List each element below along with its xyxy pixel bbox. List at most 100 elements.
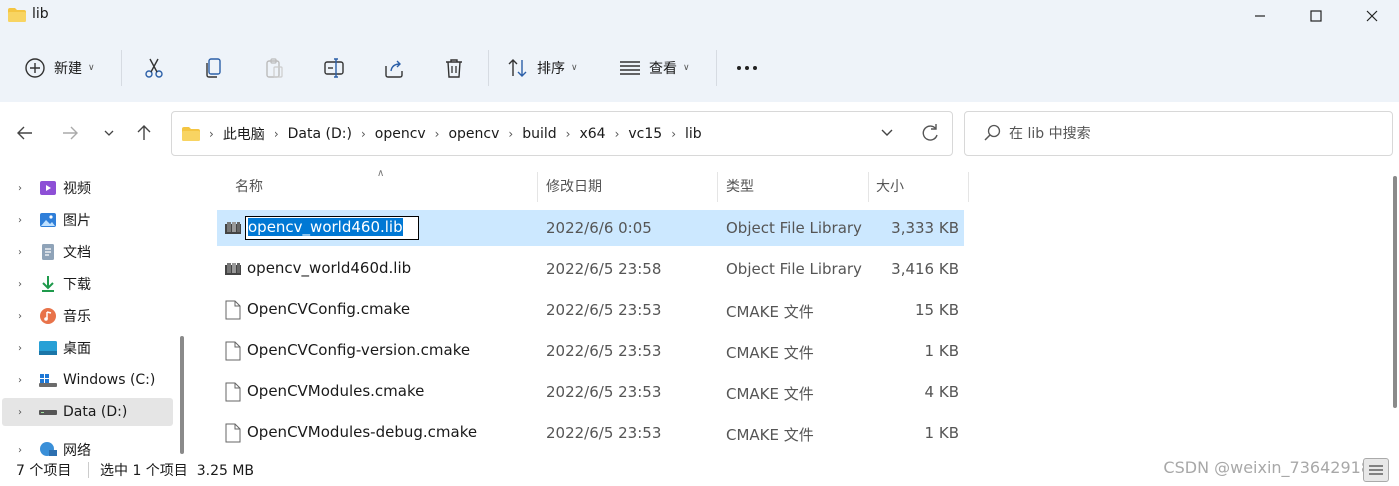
sort-button[interactable]: 排序 ∨ [507,48,578,88]
refresh-button[interactable] [920,123,940,147]
sidebar-item-data-d[interactable]: › Data (D:) [2,398,173,426]
column-header-type[interactable]: 类型 [726,168,754,204]
recent-locations-button[interactable] [98,122,120,144]
file-size: 3,416 KB [891,260,959,278]
file-list: ∧ 名称 修改日期 类型 大小 opencv_world460.lib 2022… [191,168,1399,456]
chevron-right-icon[interactable]: › [18,311,32,322]
file-name: OpenCVModules-debug.cmake [247,423,478,441]
column-header-name[interactable]: 名称 [235,168,263,204]
sidebar-item-documents[interactable]: › 文档 [2,238,173,266]
search-box[interactable] [964,111,1393,156]
chevron-right-icon[interactable]: › [361,127,366,141]
plus-circle-icon [25,58,45,78]
file-row[interactable]: OpenCVModules.cmake 2022/6/5 23:53 CMAKE… [217,374,964,410]
documents-icon [38,242,58,262]
cut-button[interactable] [143,48,165,88]
chevron-right-icon[interactable]: › [566,127,571,141]
chevron-right-icon[interactable]: › [18,407,32,418]
sidebar-item-desktop[interactable]: › 桌面 [2,334,173,362]
file-date: 2022/6/5 23:53 [546,424,662,442]
chevron-right-icon[interactable]: › [615,127,620,141]
rename-input[interactable]: opencv_world460.lib [245,216,419,240]
file-type: CMAKE 文件 [726,344,814,362]
sidebar-scrollbar[interactable] [180,336,184,454]
sidebar-item-downloads[interactable]: › 下载 [2,270,173,298]
back-button[interactable] [14,122,36,144]
column-header-size[interactable]: 大小 [876,168,904,204]
chevron-right-icon[interactable]: › [18,247,32,258]
paste-button[interactable] [263,48,285,88]
column-divider[interactable] [537,172,538,202]
delete-button[interactable] [443,48,465,88]
window-title: lib [32,6,49,22]
sort-label: 排序 [537,61,565,77]
chevron-right-icon[interactable]: › [274,127,279,141]
breadcrumb-item[interactable]: x64 [579,126,605,142]
clipboard-icon [266,58,283,78]
file-row[interactable]: opencv_world460.lib 2022/6/6 0:05 Object… [217,210,964,246]
sidebar-item-windows-c[interactable]: › Windows (C:) [2,366,173,394]
breadcrumb-item[interactable]: build [522,126,556,142]
folder-icon [182,126,200,141]
address-bar[interactable]: › 此电脑 › Data (D:) › opencv › opencv › bu… [171,111,953,156]
search-icon [984,124,1001,141]
chevron-right-icon[interactable]: › [18,445,32,456]
new-button[interactable]: 新建 ∨ [24,48,95,88]
network-icon [38,440,58,456]
file-list-scrollbar[interactable] [1393,176,1397,408]
sidebar-item-music[interactable]: › 音乐 [2,302,173,330]
close-icon [1366,10,1378,22]
chevron-right-icon[interactable]: › [18,279,32,290]
file-row[interactable]: opencv_world460d.lib 2022/6/5 23:58 Obje… [217,251,964,287]
minimize-button[interactable] [1232,0,1288,32]
file-date: 2022/6/5 23:53 [546,301,662,319]
more-button[interactable] [736,48,758,88]
column-divider[interactable] [868,172,869,202]
view-button[interactable]: 查看 ∨ [619,48,690,88]
sidebar-item-network[interactable]: › 网络 [2,436,173,456]
forward-button[interactable] [59,122,81,144]
close-button[interactable] [1344,0,1399,32]
rename-icon [324,58,344,78]
chevron-right-icon[interactable]: › [18,375,32,386]
address-history-button[interactable] [880,126,894,144]
sidebar-item-videos[interactable]: › 视频 [2,174,173,202]
copy-button[interactable] [203,48,225,88]
details-view-button[interactable] [1363,458,1389,482]
breadcrumb-item[interactable]: opencv [448,126,499,142]
breadcrumb-item[interactable]: Data (D:) [288,126,352,142]
file-row[interactable]: OpenCVConfig-version.cmake 2022/6/5 23:5… [217,333,964,369]
file-name: OpenCVConfig-version.cmake [247,341,471,359]
sidebar-item-label: 桌面 [63,341,91,357]
share-icon [385,60,403,78]
chevron-right-icon[interactable]: › [671,127,676,141]
share-button[interactable] [383,48,405,88]
file-type: CMAKE 文件 [726,426,814,444]
breadcrumb-item[interactable]: 此电脑 [223,124,265,144]
chevron-right-icon[interactable]: › [18,343,32,354]
column-divider[interactable] [968,172,969,202]
rename-button[interactable] [323,48,345,88]
chevron-right-icon[interactable]: › [435,127,440,141]
file-row[interactable]: OpenCVModules-debug.cmake 2022/6/5 23:53… [217,415,964,451]
sidebar-item-pictures[interactable]: › 图片 [2,206,173,234]
sidebar-item-label: 音乐 [63,309,91,325]
chevron-right-icon[interactable]: › [18,215,32,226]
column-header-date[interactable]: 修改日期 [546,168,602,204]
file-row[interactable]: OpenCVConfig.cmake 2022/6/5 23:53 CMAKE … [217,292,964,328]
breadcrumb-item[interactable]: vc15 [628,126,662,142]
search-input[interactable] [1009,122,1369,146]
downloads-icon [38,274,58,294]
toolbar-divider [121,50,122,86]
file-name: OpenCVModules.cmake [247,382,425,400]
chevron-down-icon [104,130,114,136]
column-divider[interactable] [717,172,718,202]
drive-icon [38,402,58,422]
breadcrumb-item[interactable]: opencv [375,126,426,142]
chevron-right-icon[interactable]: › [508,127,513,141]
chevron-right-icon[interactable]: › [18,183,32,194]
up-button[interactable] [133,122,155,144]
column-header-label: 修改日期 [546,179,602,195]
breadcrumb-item[interactable]: lib [685,126,702,142]
maximize-button[interactable] [1288,0,1344,32]
